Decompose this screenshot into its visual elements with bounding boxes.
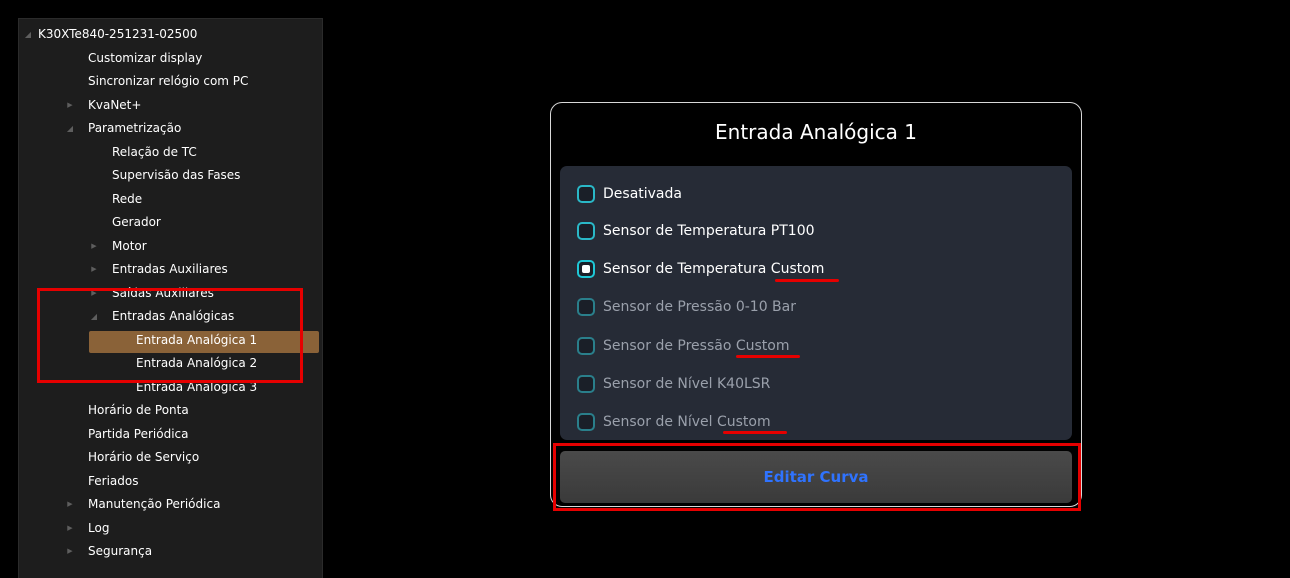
tree-item-label: Rede <box>112 191 143 206</box>
tree-item[interactable]: Gerador <box>19 211 319 234</box>
expanded-arrow-icon[interactable]: ◢ <box>89 305 99 328</box>
tree-item-label: Sincronizar relógio com PC <box>88 74 249 88</box>
tree-item[interactable]: Partida Periódica <box>19 423 319 446</box>
tree-item-label: Horário de Ponta <box>88 403 189 417</box>
edit-curve-button[interactable]: Editar Curva <box>560 451 1072 503</box>
tree-item-label: Supervisão das Fases <box>112 168 241 182</box>
annotation-underline <box>723 431 787 434</box>
tree-item-label: Customizar display <box>88 50 203 65</box>
tree-item[interactable]: Feriados <box>19 470 319 493</box>
tree-item-label: K30XTe840-251231-02500 <box>38 27 198 41</box>
tree-item-label: Log <box>88 520 110 535</box>
collapsed-arrow-icon[interactable]: ▶ <box>89 235 99 258</box>
tree-item[interactable]: Customizar display <box>19 47 319 70</box>
tree-item-label: Gerador <box>112 215 161 229</box>
options-panel: Desativada Sensor de Temperatura PT100 S… <box>560 166 1072 440</box>
tree-item-label: Manutenção Periódica <box>88 497 221 511</box>
tree-item[interactable]: Rede <box>19 188 319 211</box>
tree-item[interactable]: Supervisão das Fases <box>19 164 319 187</box>
tree-item-label: Motor <box>112 238 147 253</box>
radio-checked-icon[interactable] <box>577 260 595 278</box>
tree-item[interactable]: Horário de Serviço <box>19 446 319 469</box>
collapsed-arrow-icon[interactable]: ▶ <box>65 94 75 117</box>
tree-item-label: Feriados <box>88 473 139 488</box>
tree-panel: ◢ K30XTe840-251231-02500 Customizar displa… <box>18 18 323 578</box>
radio-icon[interactable] <box>577 413 595 431</box>
tree-item-label: Partida Periódica <box>88 426 189 441</box>
collapsed-arrow-icon[interactable]: ▶ <box>65 517 75 540</box>
radio-icon[interactable] <box>577 185 595 203</box>
annotation-underline <box>775 279 839 282</box>
tree-item[interactable]: ◢ K30XTe840-251231-02500 <box>19 23 319 46</box>
tree-item[interactable]: ▶ Motor <box>19 235 319 258</box>
radio-icon[interactable] <box>577 298 595 316</box>
option-label: Desativada <box>603 186 682 202</box>
collapsed-arrow-icon[interactable]: ▶ <box>65 493 75 516</box>
expanded-arrow-icon[interactable]: ◢ <box>65 117 75 140</box>
radio-icon[interactable] <box>577 337 595 355</box>
tree-item-label: Entradas Analógicas <box>112 309 235 323</box>
option-label: Sensor de Pressão 0-10 Bar <box>603 299 796 315</box>
option-label: Sensor de Temperatura Custom <box>603 261 825 277</box>
option-label: Sensor de Nível K40LSR <box>603 376 771 392</box>
radio-icon[interactable] <box>577 222 595 240</box>
tree-item-label: Parametrização <box>88 121 182 135</box>
collapsed-arrow-icon[interactable]: ▶ <box>89 282 99 305</box>
tree-item[interactable]: ▶ Saídas Auxiliares <box>19 282 319 305</box>
tree-item-label: KvaNet+ <box>88 97 142 112</box>
tree-item-label: Segurança <box>88 544 153 558</box>
collapsed-arrow-icon[interactable]: ▶ <box>65 540 75 563</box>
tree-item-label: Entrada Analógica 3 <box>136 379 258 394</box>
collapsed-arrow-icon[interactable]: ▶ <box>89 258 99 281</box>
option-label: Sensor de Pressão Custom <box>603 338 790 354</box>
tree-item[interactable]: ▶ KvaNet+ <box>19 94 319 117</box>
tree-item[interactable]: ▶ Segurança <box>19 540 319 563</box>
tree-item[interactable]: Entrada Analógica 1 <box>19 329 319 352</box>
dialog-title: Entrada Analógica 1 <box>715 120 917 144</box>
tree-item-label: Entrada Analógica 2 <box>136 356 258 370</box>
tree-item-label: Entrada Analógica 1 <box>136 332 258 347</box>
expanded-arrow-icon[interactable]: ◢ <box>23 23 33 46</box>
tree-item[interactable]: Entrada Analógica 2 <box>19 352 319 375</box>
tree-item[interactable]: Sincronizar relógio com PC <box>19 70 319 93</box>
tree-item-label: Entradas Auxiliares <box>112 262 228 276</box>
tree-item-label: Horário de Serviço <box>88 450 200 464</box>
tree-item[interactable]: ◢ Entradas Analógicas <box>19 305 319 328</box>
tree-item[interactable]: ▶ Log <box>19 517 319 540</box>
annotation-underline <box>736 355 800 358</box>
tree-item[interactable]: Horário de Ponta <box>19 399 319 422</box>
tree-item-label: Relação de TC <box>112 144 197 159</box>
radio-dot-icon <box>582 265 590 273</box>
tree-item[interactable]: ▶ Entradas Auxiliares <box>19 258 319 281</box>
option-label: Sensor de Nível Custom <box>603 414 771 430</box>
tree-item[interactable]: ◢ Parametrização <box>19 117 319 140</box>
option-label: Sensor de Temperatura PT100 <box>603 223 815 239</box>
tree-item[interactable]: Relação de TC <box>19 141 319 164</box>
tree-item-label: Saídas Auxiliares <box>112 285 214 300</box>
tree-item[interactable]: ▶ Manutenção Periódica <box>19 493 319 516</box>
app-root: ◢ K30XTe840-251231-02500 Customizar displa… <box>0 0 1290 578</box>
tree-item[interactable]: Entrada Analógica 3 <box>19 376 319 399</box>
radio-icon[interactable] <box>577 375 595 393</box>
analog-input-dialog: Entrada Analógica 1 Desativada Sensor de… <box>550 102 1082 507</box>
